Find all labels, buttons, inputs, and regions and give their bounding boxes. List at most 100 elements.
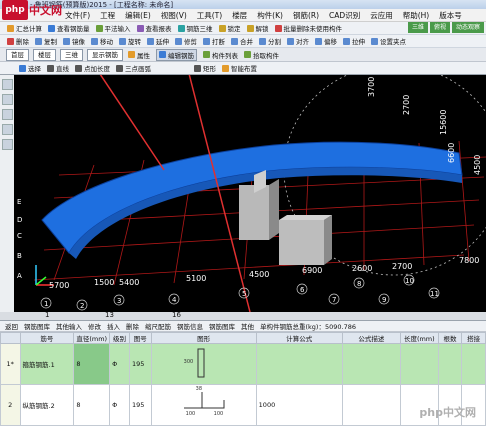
menu-item[interactable]: 构件(K) bbox=[252, 10, 288, 21]
tool-icon[interactable] bbox=[2, 109, 13, 120]
select-button[interactable]: 选择 bbox=[19, 63, 41, 73]
cell-figure[interactable]: 300 bbox=[150, 343, 257, 385]
dimension-label: 4500 bbox=[473, 155, 482, 175]
view-select[interactable]: 三维 bbox=[60, 48, 83, 61]
table-row[interactable]: 1* 箍筋钢筋.1 8 Φ 195 300 bbox=[0, 343, 486, 385]
tool-icon[interactable] bbox=[2, 139, 13, 150]
cell-name[interactable]: 箍筋钢筋.1 bbox=[19, 343, 75, 385]
menu-item[interactable]: 云应用 bbox=[365, 10, 398, 21]
plan-input-label: 平法输入 bbox=[104, 25, 131, 33]
cell-desc[interactable] bbox=[341, 343, 401, 385]
rebar-library2-button[interactable]: 钢筋图库 bbox=[209, 321, 235, 331]
cell-figure-no[interactable]: 195 bbox=[128, 343, 152, 385]
menu-item[interactable]: 文件(F) bbox=[60, 10, 95, 21]
column-header[interactable]: 级别 bbox=[109, 332, 130, 344]
view-3d-button[interactable]: 三维 bbox=[407, 22, 428, 33]
view-top-button[interactable]: 俯视 bbox=[429, 22, 450, 33]
lock-button[interactable]: 锁定 bbox=[218, 23, 241, 33]
cell-figure-no[interactable]: 195 bbox=[128, 384, 152, 426]
cell-figure[interactable]: 38 100 100 bbox=[150, 384, 257, 426]
menu-item[interactable]: 帮助(H) bbox=[398, 10, 435, 21]
rebar-info-button[interactable]: 钢筋信息 bbox=[177, 321, 203, 331]
3d-viewport[interactable]: E D C B A 3700 2700 15600 6600 4500 5700… bbox=[14, 75, 486, 312]
cell-length[interactable] bbox=[399, 343, 439, 385]
category-select[interactable]: 楼层 bbox=[33, 48, 56, 61]
menu-item[interactable]: 版本号 bbox=[434, 10, 467, 21]
column-header[interactable]: 长度(mm) bbox=[399, 332, 439, 344]
tool-icon[interactable] bbox=[2, 124, 13, 135]
calc-button[interactable]: 汇总计算 bbox=[7, 23, 42, 33]
rebar-library-button[interactable]: 钢筋图库 bbox=[24, 321, 50, 331]
column-header[interactable]: 直径(mm) bbox=[73, 332, 111, 344]
cell-diameter[interactable]: 8 bbox=[73, 343, 111, 385]
menu-item[interactable]: 工具(T) bbox=[192, 10, 227, 21]
other-input-button[interactable]: 其他输入 bbox=[56, 321, 82, 331]
3d-scene[interactable]: E D C B A 3700 2700 15600 6600 4500 5700… bbox=[14, 75, 486, 312]
mirror-button[interactable]: 镜像 bbox=[63, 36, 85, 46]
menu-item[interactable]: 编辑(E) bbox=[120, 10, 156, 21]
rotate-button[interactable]: 旋转 bbox=[119, 36, 141, 46]
plan-input-button[interactable]: 平法输入 bbox=[95, 23, 131, 33]
column-header[interactable]: 图形 bbox=[150, 332, 257, 344]
grip-button[interactable]: 设置夹点 bbox=[371, 36, 406, 46]
insert-button[interactable]: 插入 bbox=[107, 321, 120, 331]
offset-button[interactable]: 偏移 bbox=[315, 36, 337, 46]
grey-blocks[interactable] bbox=[239, 170, 332, 265]
rebar-3d-button[interactable]: 钢筋三维 bbox=[177, 23, 213, 33]
stretch-button[interactable]: 拉伸 bbox=[343, 36, 365, 46]
cell-desc[interactable] bbox=[341, 384, 401, 426]
align-button[interactable]: 对齐 bbox=[287, 36, 309, 46]
floor-select[interactable]: 首层 bbox=[6, 48, 29, 61]
menu-item[interactable]: CAD识别 bbox=[324, 10, 365, 21]
menu-item[interactable]: 工程 bbox=[95, 10, 120, 21]
column-header[interactable]: 根数 bbox=[437, 332, 463, 344]
menu-item[interactable]: 楼层 bbox=[227, 10, 252, 21]
cell-grade[interactable]: Φ bbox=[109, 384, 130, 426]
other-button[interactable]: 其他 bbox=[241, 321, 254, 331]
extend-button[interactable]: 延伸 bbox=[147, 36, 169, 46]
column-header[interactable]: 筋号 bbox=[19, 332, 75, 344]
pick-component-button[interactable]: 拾取构件 bbox=[244, 50, 279, 60]
cell-lap[interactable] bbox=[461, 343, 486, 385]
view-rebar-button[interactable]: 查看钢筋量 bbox=[48, 23, 90, 33]
cell-grade[interactable]: Φ bbox=[109, 343, 130, 385]
cell-calc[interactable] bbox=[255, 343, 343, 385]
back-button[interactable]: 返回 bbox=[5, 321, 18, 331]
delete-button[interactable]: 删除 bbox=[7, 36, 29, 46]
line-button[interactable]: 直线 bbox=[47, 63, 69, 73]
cell-name[interactable]: 纵筋钢筋.2 bbox=[19, 384, 75, 426]
tool-icon[interactable] bbox=[2, 94, 13, 105]
trim-button[interactable]: 修剪 bbox=[175, 36, 197, 46]
column-header[interactable]: 计算公式 bbox=[255, 332, 343, 344]
column-header[interactable]: 搭接 bbox=[461, 332, 486, 344]
column-header[interactable]: 图号 bbox=[128, 332, 152, 344]
point-length-button[interactable]: 点加长度 bbox=[75, 63, 110, 73]
menu-item[interactable]: 钢筋(R) bbox=[288, 10, 324, 21]
delete-row-button[interactable]: 删除 bbox=[126, 321, 139, 331]
cell-diameter[interactable]: 8 bbox=[73, 384, 111, 426]
modify-button[interactable]: 修改 bbox=[88, 321, 101, 331]
table-row[interactable]: 2 纵筋钢筋.2 8 Φ 195 38 100 100 1000 bbox=[0, 384, 486, 426]
scale-rebar-button[interactable]: 缩尺配筋 bbox=[145, 321, 171, 331]
orbit-button[interactable]: 动态观察 bbox=[451, 22, 484, 33]
arc-button[interactable]: 三点画弧 bbox=[116, 63, 151, 73]
cell-count[interactable] bbox=[437, 343, 463, 385]
unlock-button[interactable]: 解锁 bbox=[246, 23, 269, 33]
move-button[interactable]: 移动 bbox=[91, 36, 113, 46]
tool-icon[interactable] bbox=[2, 79, 13, 90]
properties-button[interactable]: 属性 bbox=[128, 50, 150, 60]
split-button[interactable]: 分割 bbox=[259, 36, 281, 46]
menu-item[interactable]: 视图(V) bbox=[156, 10, 192, 21]
merge-button[interactable]: 合并 bbox=[231, 36, 253, 46]
component-list-button[interactable]: 构件列表 bbox=[203, 50, 238, 60]
report-button[interactable]: 查看报表 bbox=[136, 23, 172, 33]
copy-button[interactable]: 复制 bbox=[35, 36, 57, 46]
smart-place-button[interactable]: 智能布置 bbox=[222, 63, 257, 73]
break-button[interactable]: 打断 bbox=[203, 36, 225, 46]
rect-button[interactable]: 矩形 bbox=[194, 63, 216, 73]
edit-rebar-button[interactable]: 编辑钢筋 bbox=[156, 48, 197, 61]
layer-select[interactable]: 显示钢筋 bbox=[87, 48, 123, 61]
column-header[interactable]: 公式描述 bbox=[341, 332, 401, 344]
batch-delete-button[interactable]: 批量删除未使用构件 bbox=[274, 23, 342, 33]
cell-calc[interactable]: 1000 bbox=[255, 384, 343, 426]
